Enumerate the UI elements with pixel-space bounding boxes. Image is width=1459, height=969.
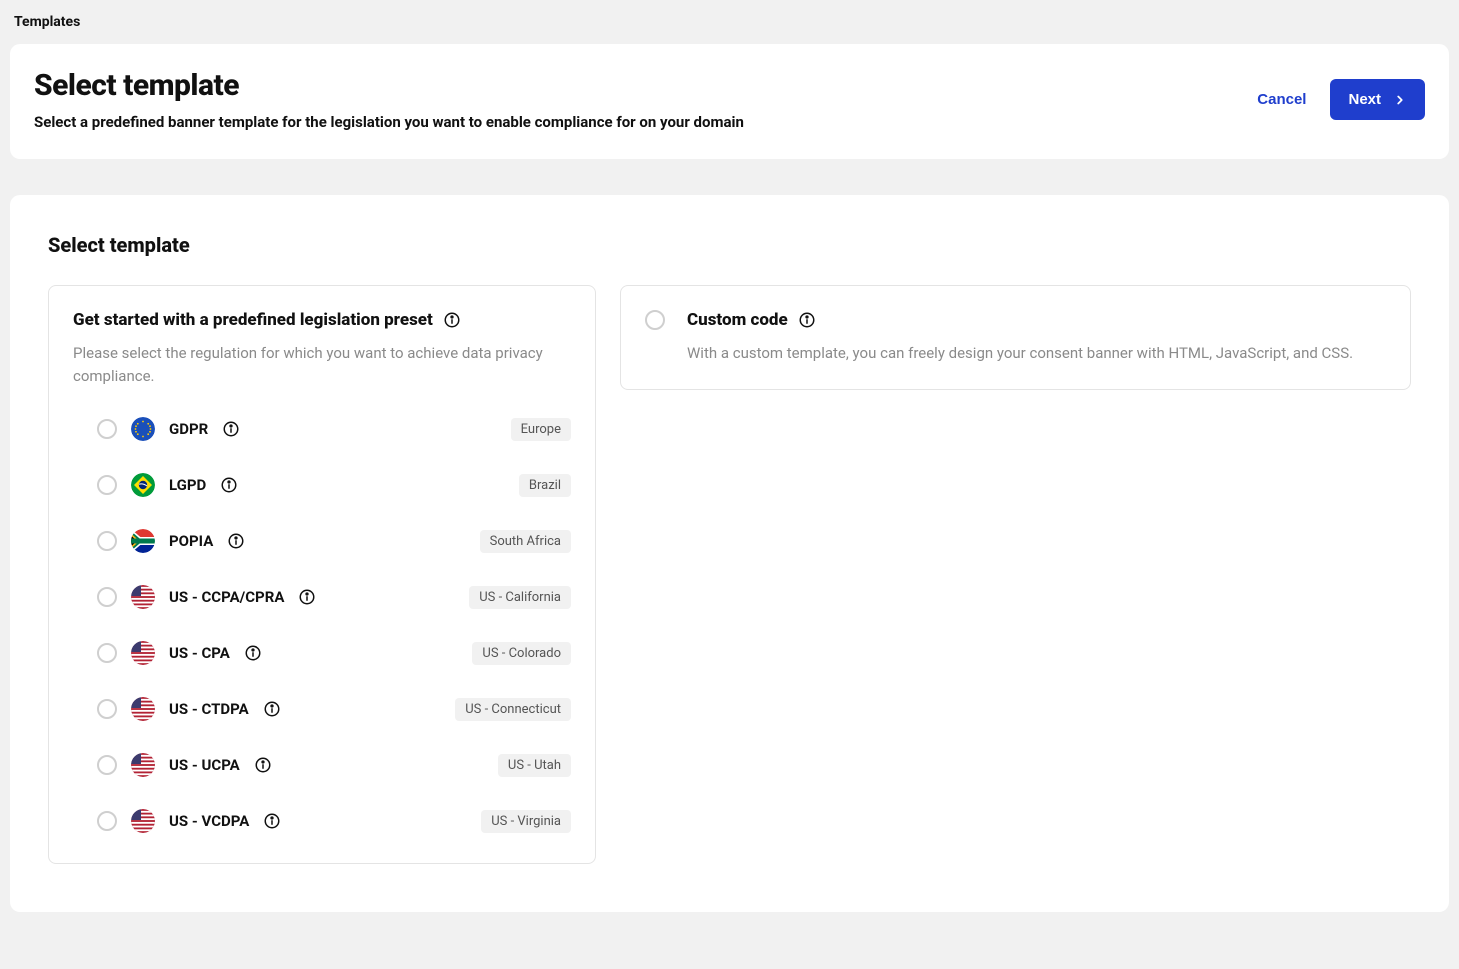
page-subheading: Select a predefined banner template for … [34, 113, 744, 131]
region-chip: US - California [469, 586, 571, 609]
preset-name: US - VCDPA [169, 812, 249, 830]
preset-row-popia[interactable]: POPIA South Africa [97, 523, 571, 559]
flag-us-icon [131, 753, 155, 777]
preset-name: GDPR [169, 420, 208, 438]
radio-ctdpa[interactable] [97, 699, 117, 719]
custom-panel-description: With a custom template, you can freely d… [687, 342, 1386, 365]
breadcrumb: Templates [0, 0, 1459, 44]
region-chip: US - Connecticut [455, 698, 571, 721]
next-button-label: Next [1348, 91, 1381, 108]
page-heading: Select template [34, 68, 744, 103]
radio-popia[interactable] [97, 531, 117, 551]
preset-name: US - CTDPA [169, 700, 249, 718]
flag-za-icon [131, 529, 155, 553]
preset-panel-description: Please select the regulation for which y… [73, 342, 571, 387]
info-icon[interactable] [222, 420, 240, 438]
content-card: Select template Get started with a prede… [10, 195, 1449, 912]
preset-row-lgpd[interactable]: LGPD Brazil [97, 467, 571, 503]
custom-code-panel[interactable]: Custom code With a custom template, you … [620, 285, 1411, 390]
radio-vcdpa[interactable] [97, 811, 117, 831]
info-icon[interactable] [220, 476, 238, 494]
preset-name: US - UCPA [169, 756, 240, 774]
preset-name: LGPD [169, 476, 206, 494]
info-icon[interactable] [263, 812, 281, 830]
info-icon[interactable] [227, 532, 245, 550]
radio-ucpa[interactable] [97, 755, 117, 775]
region-chip: US - Virginia [481, 810, 571, 833]
preset-row-ucpa[interactable]: US - UCPA US - Utah [97, 747, 571, 783]
header-card: Select template Select a predefined bann… [10, 44, 1449, 159]
preset-name: POPIA [169, 532, 213, 550]
radio-ccpa[interactable] [97, 587, 117, 607]
cancel-button[interactable]: Cancel [1257, 91, 1306, 108]
info-icon[interactable] [254, 756, 272, 774]
flag-eu-icon [131, 417, 155, 441]
info-icon[interactable] [798, 311, 816, 329]
region-chip: US - Colorado [472, 642, 571, 665]
radio-lgpd[interactable] [97, 475, 117, 495]
flag-us-icon [131, 641, 155, 665]
preset-panel-title: Get started with a predefined legislatio… [73, 310, 433, 330]
info-icon[interactable] [298, 588, 316, 606]
flag-us-icon [131, 697, 155, 721]
preset-name: US - CCPA/CPRA [169, 588, 284, 606]
preset-list: GDPR Europe LGPD Brazil [97, 411, 571, 839]
radio-gdpr[interactable] [97, 419, 117, 439]
next-button[interactable]: Next [1330, 79, 1425, 120]
section-title: Select template [48, 233, 1411, 257]
flag-us-icon [131, 585, 155, 609]
info-icon[interactable] [263, 700, 281, 718]
region-chip: Europe [511, 418, 571, 441]
flag-br-icon [131, 473, 155, 497]
radio-cpa[interactable] [97, 643, 117, 663]
preset-row-ccpa[interactable]: US - CCPA/CPRA US - California [97, 579, 571, 615]
region-chip: Brazil [519, 474, 571, 497]
preset-row-gdpr[interactable]: GDPR Europe [97, 411, 571, 447]
radio-custom-code[interactable] [645, 310, 665, 330]
chevron-right-icon [1393, 93, 1407, 107]
preset-row-ctdpa[interactable]: US - CTDPA US - Connecticut [97, 691, 571, 727]
info-icon[interactable] [443, 311, 461, 329]
preset-panel: Get started with a predefined legislatio… [48, 285, 596, 864]
region-chip: US - Utah [498, 754, 571, 777]
preset-name: US - CPA [169, 644, 230, 662]
custom-panel-title: Custom code [687, 310, 788, 330]
preset-row-cpa[interactable]: US - CPA US - Colorado [97, 635, 571, 671]
preset-row-vcdpa[interactable]: US - VCDPA US - Virginia [97, 803, 571, 839]
info-icon[interactable] [244, 644, 262, 662]
region-chip: South Africa [480, 530, 571, 553]
flag-us-icon [131, 809, 155, 833]
